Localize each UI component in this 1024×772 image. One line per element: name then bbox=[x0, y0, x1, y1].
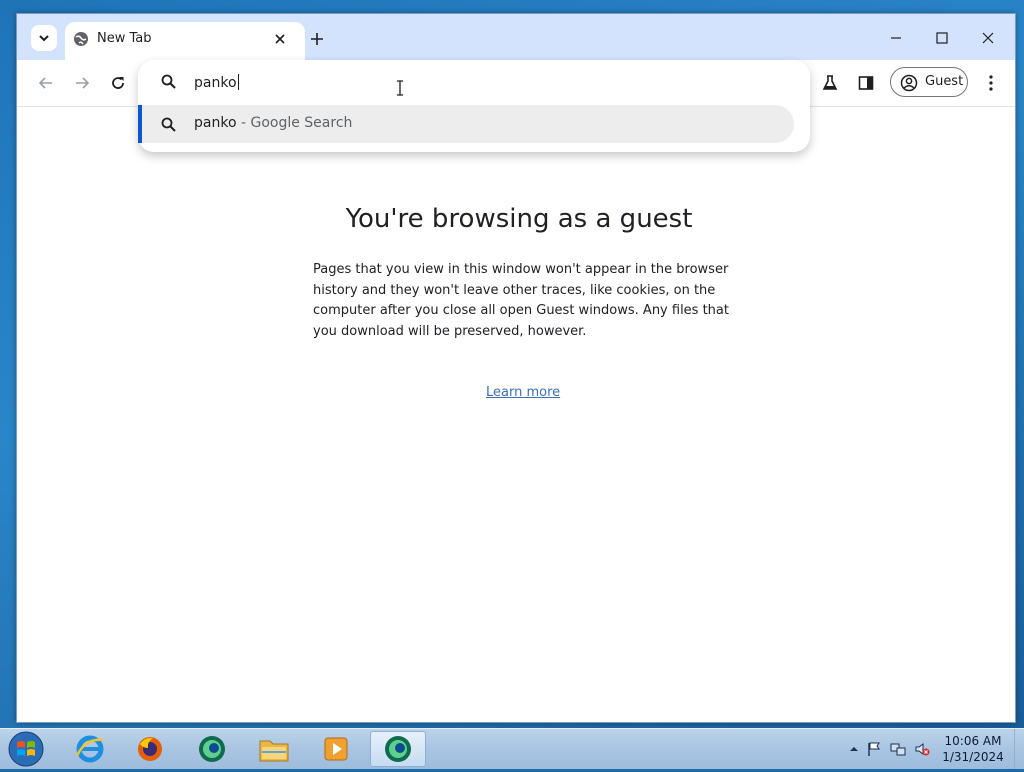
minimize-button[interactable] bbox=[873, 24, 919, 52]
text-caret bbox=[237, 74, 239, 90]
clock-time: 10:06 AM bbox=[944, 734, 1002, 748]
tab-search-button[interactable] bbox=[31, 25, 57, 51]
start-button[interactable] bbox=[6, 730, 46, 768]
menu-button[interactable] bbox=[979, 71, 1003, 95]
omnibox-suggestion[interactable]: panko - Google Search bbox=[138, 105, 794, 143]
reload-icon bbox=[112, 77, 124, 89]
tab-close-button[interactable] bbox=[271, 30, 289, 48]
profile-label: Guest bbox=[925, 74, 964, 89]
side-panel-button[interactable] bbox=[854, 71, 878, 95]
suggestion-text: panko - Google Search bbox=[194, 115, 353, 131]
close-icon bbox=[275, 34, 285, 44]
search-icon bbox=[161, 117, 176, 132]
taskbar-chrome[interactable] bbox=[184, 731, 240, 767]
more-vert-icon bbox=[989, 75, 993, 91]
clock-date: 1/31/2024 bbox=[942, 750, 1004, 764]
reload-button[interactable] bbox=[106, 71, 130, 95]
profile-button[interactable]: Guest bbox=[890, 67, 968, 97]
minimize-icon bbox=[891, 37, 901, 39]
omnibox-dropdown: panko panko - Google Search bbox=[138, 60, 810, 152]
text-cursor-icon bbox=[397, 80, 403, 96]
omnibox-text[interactable]: panko bbox=[194, 74, 239, 91]
network-icon[interactable] bbox=[890, 741, 906, 757]
tray-expand-icon[interactable] bbox=[846, 741, 862, 757]
forward-button[interactable] bbox=[70, 71, 94, 95]
firefox-icon bbox=[138, 737, 162, 761]
close-icon bbox=[982, 32, 994, 44]
maximize-button[interactable] bbox=[919, 24, 965, 52]
file-explorer-icon bbox=[259, 740, 289, 762]
taskbar-internet-explorer[interactable] bbox=[62, 731, 118, 767]
page-description: Pages that you view in this window won't… bbox=[313, 262, 729, 339]
search-icon bbox=[161, 74, 176, 89]
show-desktop-button[interactable] bbox=[1014, 729, 1024, 769]
taskbar: 10:06 AM 1/31/2024 bbox=[0, 728, 1024, 769]
chrome-icon bbox=[385, 736, 411, 762]
side-panel-icon bbox=[858, 76, 874, 90]
volume-muted-icon[interactable] bbox=[914, 741, 930, 757]
system-tray: 10:06 AM 1/31/2024 bbox=[842, 729, 1024, 769]
taskbar-media-player[interactable] bbox=[308, 731, 364, 767]
globe-icon bbox=[74, 32, 88, 46]
arrow-left-icon bbox=[38, 77, 52, 89]
omnibox-input[interactable]: panko bbox=[138, 60, 810, 104]
selection-indicator bbox=[138, 105, 142, 143]
clock[interactable]: 10:06 AM 1/31/2024 bbox=[936, 733, 1010, 765]
tab-new-tab[interactable]: New Tab bbox=[65, 22, 305, 60]
learn-more-link[interactable]: Learn more bbox=[486, 385, 560, 400]
account-icon bbox=[900, 74, 918, 92]
title-bar: New Tab bbox=[17, 14, 1015, 60]
new-tab-button[interactable] bbox=[305, 27, 329, 51]
chrome-icon bbox=[199, 736, 225, 762]
maximize-icon bbox=[936, 32, 948, 44]
page-title: You're browsing as a guest bbox=[345, 204, 693, 234]
plus-icon bbox=[311, 33, 323, 45]
taskbar-file-explorer[interactable] bbox=[246, 731, 302, 767]
arrow-right-icon bbox=[76, 77, 90, 89]
taskbar-chrome-active[interactable] bbox=[370, 731, 426, 767]
chevron-down-icon bbox=[39, 35, 49, 42]
media-player-icon bbox=[324, 737, 348, 761]
taskbar-firefox[interactable] bbox=[122, 731, 178, 767]
back-button[interactable] bbox=[34, 71, 58, 95]
windows-start-icon bbox=[8, 731, 44, 767]
labs-button[interactable] bbox=[818, 71, 842, 95]
internet-explorer-icon bbox=[75, 735, 104, 763]
browser-window: New Tab Guest panko panko - Google Searc… bbox=[16, 13, 1016, 723]
tab-title: New Tab bbox=[97, 31, 152, 46]
close-window-button[interactable] bbox=[965, 24, 1011, 52]
flag-icon[interactable] bbox=[866, 741, 882, 757]
flask-icon bbox=[822, 75, 838, 90]
